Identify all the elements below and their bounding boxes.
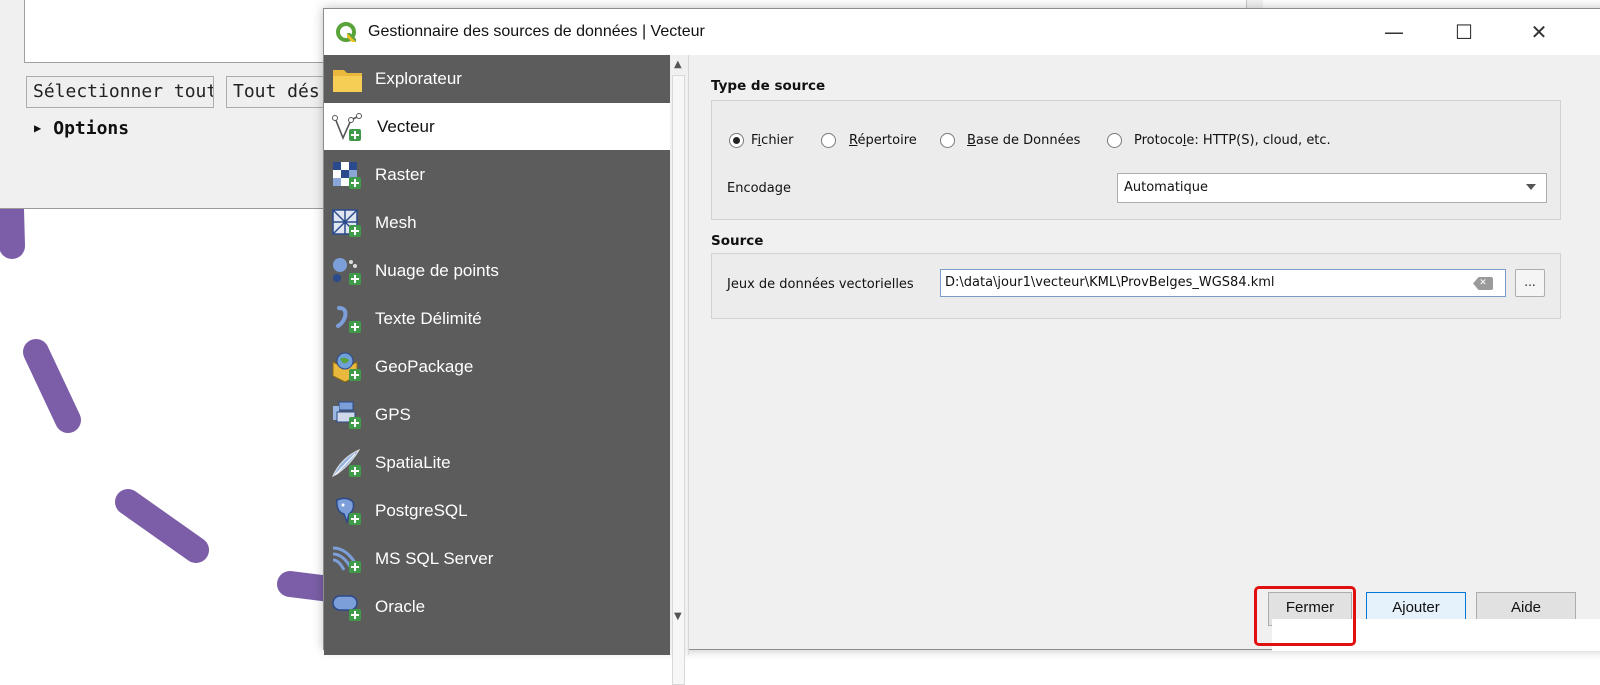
sidebar-item-explorateur[interactable]: Explorateur: [324, 55, 670, 102]
postgresql-icon: [336, 497, 361, 525]
raster-icon: [333, 162, 361, 189]
sidebar-item-vecteur[interactable]: Vecteur: [324, 103, 670, 150]
spatialite-icon: [331, 448, 361, 478]
sidebar-item-postgresql[interactable]: PostgreSQL: [324, 487, 670, 534]
sidebar-item-label: MS SQL Server: [375, 549, 494, 568]
close-window-button[interactable]: ✕: [1509, 9, 1569, 55]
sidebar-item-label: Mesh: [375, 213, 417, 232]
sidebar-item-label: SpatiaLite: [375, 453, 451, 472]
encoding-label: Encodage: [727, 181, 792, 196]
mssql-icon: [332, 546, 361, 573]
scroll-up-arrow-icon[interactable]: ▲: [674, 59, 682, 70]
point-cloud-icon: [333, 258, 361, 285]
sidebar-item-geopackage[interactable]: GeoPackage: [324, 343, 670, 390]
maximize-icon: ☐: [1455, 20, 1473, 44]
datasets-path-input[interactable]: D:\data\jour1\vecteur\KML\ProvBelges_WGS…: [940, 269, 1506, 297]
sidebar-item-label: Explorateur: [375, 69, 462, 88]
sidebar-item-label: GeoPackage: [375, 357, 474, 376]
minimize-button[interactable]: —: [1364, 9, 1424, 55]
source-heading: Source: [711, 233, 764, 249]
qgis-logo-icon: [336, 22, 356, 42]
sidebar-item-gps[interactable]: GPS: [324, 391, 670, 438]
source-type-sidebar: Explorateur Vecteur Raster Mesh Nuage de…: [324, 55, 670, 655]
datasets-path-value: D:\data\jour1\vecteur\KML\ProvBelges_WGS…: [945, 275, 1275, 290]
sidebar-item-label: PostgreSQL: [375, 501, 468, 520]
source-type-group: Fichier Répertoire Base de Données Proto…: [711, 100, 1561, 220]
sidebar-item-ms-sql-server[interactable]: MS SQL Server: [324, 535, 670, 582]
maximize-button[interactable]: ☐: [1434, 9, 1494, 55]
sidebar-item-raster[interactable]: Raster: [324, 151, 670, 198]
geopackage-icon: [332, 352, 361, 382]
scrollbar-thumb[interactable]: [672, 75, 685, 685]
sidebar-item-label: Raster: [375, 165, 426, 184]
sidebar-item-label: Oracle: [375, 597, 426, 616]
radio-file-label[interactable]: Fichier: [751, 133, 794, 148]
select-all-button[interactable]: Sélectionner tout: [26, 76, 214, 108]
radio-file[interactable]: [729, 133, 744, 148]
sidebar-item-nuage-de-points[interactable]: Nuage de points: [324, 247, 670, 294]
radio-database-label[interactable]: Base de Données: [967, 133, 1080, 148]
expand-triangle-icon: ▶: [34, 121, 42, 135]
datasets-label: Jeux de données vectorielles: [727, 277, 914, 292]
data-source-manager-dialog: Gestionnaire des sources de données | Ve…: [323, 8, 1600, 685]
minimize-icon: —: [1384, 20, 1404, 44]
radio-protocol[interactable]: [1107, 133, 1122, 148]
options-label: Options: [53, 118, 130, 139]
scroll-down-arrow-icon[interactable]: ▼: [674, 611, 682, 622]
sidebar-item-spatialite[interactable]: SpatiaLite: [324, 439, 670, 486]
sidebar-item-label: GPS: [375, 405, 411, 424]
sidebar-item-texte-delimite[interactable]: Texte Délimité: [324, 295, 670, 342]
chevron-down-icon: [1526, 184, 1536, 190]
mesh-icon: [332, 209, 361, 237]
delimited-text-icon: [336, 306, 361, 333]
gps-icon: [333, 401, 361, 429]
clear-input-icon[interactable]: ✕: [1473, 277, 1493, 290]
options-collapsible[interactable]: ▶ Options: [34, 118, 129, 139]
radio-directory[interactable]: [821, 133, 836, 148]
radio-protocol-label[interactable]: Protocole: HTTP(S), cloud, etc.: [1134, 133, 1331, 148]
source-type-heading: Type de source: [711, 78, 826, 94]
sidebar-item-label: Texte Délimité: [375, 309, 482, 328]
sidebar-item-oracle[interactable]: Oracle: [324, 583, 670, 630]
radio-directory-label[interactable]: Répertoire: [849, 133, 917, 148]
folder-icon: [333, 70, 362, 92]
sidebar-item-mesh[interactable]: Mesh: [324, 199, 670, 246]
close-icon: ✕: [1530, 20, 1548, 44]
window-title: Gestionnaire des sources de données | Ve…: [368, 23, 705, 40]
title-bar: Gestionnaire des sources de données | Ve…: [324, 9, 1600, 55]
encoding-value: Automatique: [1124, 180, 1209, 195]
radio-database[interactable]: [940, 133, 955, 148]
oracle-icon: [332, 595, 361, 621]
source-group: Jeux de données vectorielles D:\data\jou…: [711, 253, 1561, 319]
vector-icon: [332, 113, 362, 141]
highlight-box: [1254, 586, 1356, 646]
sidebar-item-label: Nuage de points: [375, 261, 499, 280]
sidebar-item-label: Vecteur: [377, 117, 435, 136]
sidebar-scrollbar[interactable]: ▲ ▼: [670, 55, 689, 685]
encoding-select[interactable]: Automatique: [1117, 173, 1547, 203]
browse-button[interactable]: ...: [1515, 269, 1545, 297]
